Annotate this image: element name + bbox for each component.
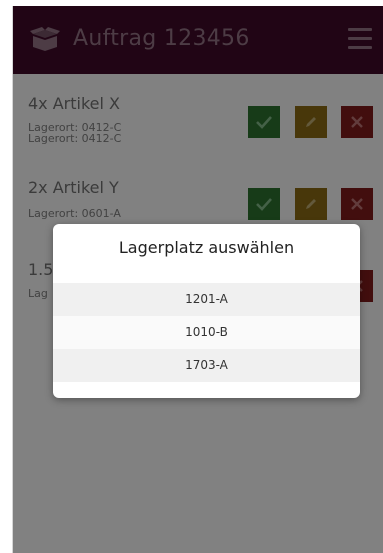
- storage-location-dialog: Lagerplatz auswählen 1201-A 1010-B 1703-…: [53, 224, 360, 398]
- dialog-option[interactable]: 1201-A: [53, 283, 360, 316]
- dialog-title: Lagerplatz auswählen: [118, 238, 295, 257]
- dialog-option[interactable]: 1010-B: [53, 316, 360, 349]
- app-frame: Auftrag 123456 4x Artikel X Lagerort: 04…: [12, 6, 383, 553]
- dialog-option[interactable]: 1703-A: [53, 349, 360, 382]
